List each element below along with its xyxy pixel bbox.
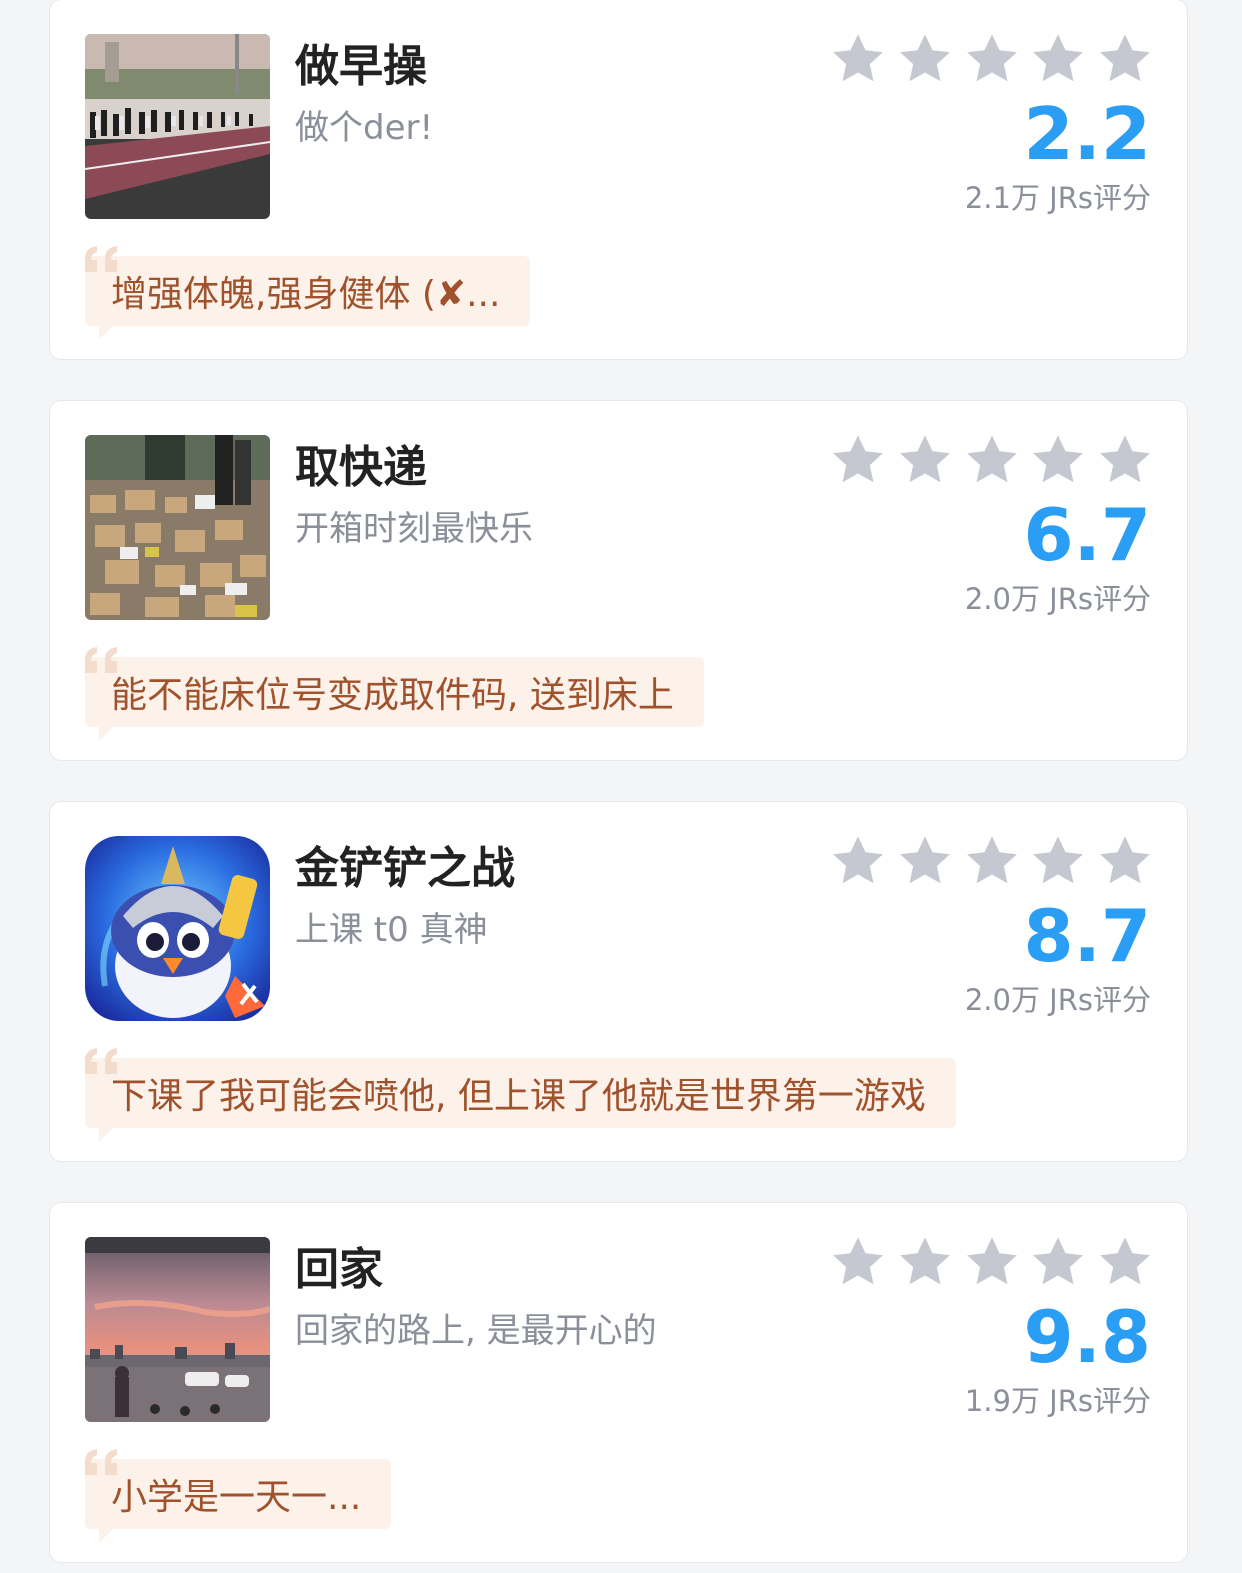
card-subtitle: 开箱时刻最快乐	[295, 509, 533, 549]
card-title: 金铲铲之战	[295, 843, 515, 894]
sunset-thumbnail	[85, 1237, 270, 1422]
top-comment[interactable]: 增强体魄,强身健体 (✘...	[85, 246, 531, 340]
star-rating[interactable]	[829, 30, 1154, 88]
rating-card[interactable]: 取快递 开箱时刻最快乐 6.7 2.0万 JRs评分 能不能床位号变成取件码, …	[49, 400, 1188, 761]
star-icon[interactable]	[896, 1233, 954, 1291]
star-rating[interactable]	[829, 832, 1154, 890]
quote-icon	[85, 1449, 117, 1475]
top-comment[interactable]: 能不能床位号变成取件码, 送到床上	[85, 647, 704, 741]
rating-count: 2.0万 JRs评分	[964, 983, 1151, 1017]
star-icon[interactable]	[1096, 431, 1154, 489]
star-icon[interactable]	[963, 431, 1021, 489]
star-icon[interactable]	[896, 832, 954, 890]
star-icon[interactable]	[963, 832, 1021, 890]
speech-bubble-tail	[99, 1527, 115, 1543]
star-icon[interactable]	[829, 431, 887, 489]
star-icon[interactable]	[963, 30, 1021, 88]
comment-text: 小学是一天一...	[111, 1477, 362, 1518]
comment-text: 增强体魄,强身健体 (✘...	[111, 274, 501, 315]
rating-count: 1.9万 JRs评分	[964, 1384, 1151, 1418]
average-score: 9.8	[1023, 1295, 1151, 1379]
game-app-icon	[85, 836, 270, 1021]
parcels-thumbnail	[85, 435, 270, 620]
star-icon[interactable]	[829, 832, 887, 890]
star-icon[interactable]	[1096, 30, 1154, 88]
star-rating[interactable]	[829, 431, 1154, 489]
card-title: 取快递	[295, 442, 427, 493]
rating-count: 2.1万 JRs评分	[964, 181, 1151, 215]
comment-text: 能不能床位号变成取件码, 送到床上	[111, 675, 674, 716]
star-icon[interactable]	[829, 1233, 887, 1291]
card-subtitle: 上课 t0 真神	[295, 910, 488, 950]
speech-bubble-tail	[99, 1126, 115, 1142]
star-icon[interactable]	[1029, 1233, 1087, 1291]
star-rating[interactable]	[829, 1233, 1154, 1291]
rating-card[interactable]: 金铲铲之战 上课 t0 真神 8.7 2.0万 JRs评分 下课了我可能会喷他,…	[49, 801, 1188, 1162]
speech-bubble-tail	[99, 725, 115, 741]
average-score: 8.7	[1023, 894, 1151, 978]
star-icon[interactable]	[1096, 832, 1154, 890]
quote-icon	[85, 647, 117, 673]
average-score: 6.7	[1023, 493, 1151, 577]
star-icon[interactable]	[1029, 30, 1087, 88]
star-icon[interactable]	[1029, 832, 1087, 890]
average-score: 2.2	[1023, 92, 1151, 176]
top-comment[interactable]: 小学是一天一...	[85, 1449, 392, 1543]
card-subtitle: 回家的路上, 是最开心的	[295, 1311, 657, 1351]
star-icon[interactable]	[1096, 1233, 1154, 1291]
rating-card[interactable]: 做早操 做个der! 2.2 2.1万 JRs评分 增强体魄,强身健体 (✘..…	[49, 0, 1188, 360]
comment-text: 下课了我可能会喷他, 但上课了他就是世界第一游戏	[111, 1076, 926, 1117]
top-comment[interactable]: 下课了我可能会喷他, 但上课了他就是世界第一游戏	[85, 1048, 956, 1142]
star-icon[interactable]	[963, 1233, 1021, 1291]
speech-bubble-tail	[99, 324, 115, 340]
rating-card[interactable]: 回家 回家的路上, 是最开心的 9.8 1.9万 JRs评分 小学是一天一...	[49, 1202, 1188, 1563]
card-subtitle: 做个der!	[295, 108, 434, 148]
star-icon[interactable]	[896, 30, 954, 88]
morning-exercise-thumbnail	[85, 34, 270, 219]
quote-icon	[85, 246, 117, 272]
star-icon[interactable]	[829, 30, 887, 88]
card-title: 做早操	[295, 41, 427, 92]
star-icon[interactable]	[1029, 431, 1087, 489]
rating-count: 2.0万 JRs评分	[964, 582, 1151, 616]
card-title: 回家	[295, 1244, 383, 1295]
quote-icon	[85, 1048, 117, 1074]
star-icon[interactable]	[896, 431, 954, 489]
